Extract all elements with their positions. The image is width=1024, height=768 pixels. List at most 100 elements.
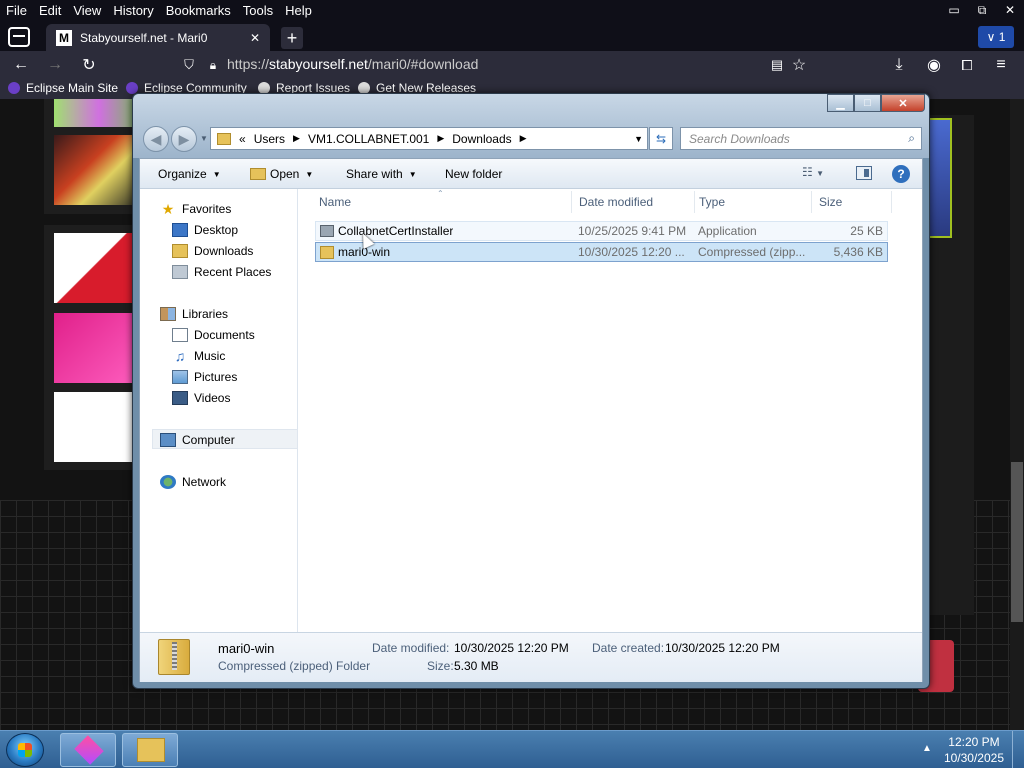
new-tab-button[interactable]: +	[281, 27, 303, 49]
nav-favorites[interactable]: ★ Favorites	[160, 199, 232, 219]
page-thumbnail[interactable]	[54, 392, 144, 462]
search-input[interactable]: Search Downloads ⌕	[680, 127, 922, 150]
nav-computer[interactable]: Computer	[160, 430, 235, 450]
url-bar[interactable]: https://stabyourself.net/mari0/#download	[227, 56, 478, 72]
breadcrumb-arrow-icon[interactable]: ▶	[437, 133, 444, 144]
sort-indicator-icon: ⌃	[437, 189, 444, 198]
menu-edit[interactable]: Edit	[33, 0, 67, 21]
downloads-icon[interactable]: ⤓	[888, 54, 910, 76]
help-icon[interactable]: ?	[892, 165, 910, 183]
reload-icon[interactable]: ↻	[78, 54, 100, 76]
file-date: 10/30/2025 12:20 ...	[578, 245, 685, 259]
menu-history[interactable]: History	[107, 0, 159, 21]
breadcrumb-overflow[interactable]: «	[239, 132, 246, 146]
open-button[interactable]: Open ▼	[250, 167, 313, 181]
nav-label: Videos	[194, 391, 231, 405]
refresh-icon[interactable]: ⇆	[649, 127, 673, 150]
column-divider[interactable]	[694, 191, 695, 213]
column-divider[interactable]	[811, 191, 812, 213]
page-scrollbar[interactable]	[1010, 99, 1024, 730]
file-row[interactable]: mari0-win 10/30/2025 12:20 ... Compresse…	[315, 242, 888, 262]
breadcrumb-downloads[interactable]: Downloads	[452, 132, 511, 146]
explorer-back-icon[interactable]: ◀	[143, 126, 169, 152]
system-clock[interactable]: 12:20 PM 10/30/2025	[944, 734, 1004, 766]
explorer-minimize-button[interactable]: ▁	[827, 94, 854, 112]
column-header-date-modified[interactable]: Date modified	[579, 195, 653, 209]
column-header-name[interactable]: Name	[319, 195, 351, 209]
breadcrumb-users[interactable]: Users	[254, 132, 285, 146]
breadcrumb-user-folder[interactable]: VM1.COLLABNET.001	[308, 132, 429, 146]
back-arrow-icon[interactable]: ←	[10, 54, 32, 76]
nav-videos[interactable]: Videos	[172, 388, 230, 408]
menu-hamburger-icon[interactable]: ≡	[990, 54, 1012, 76]
bookmark-star-icon[interactable]: ☆	[788, 54, 810, 76]
taskbar-firefox-button[interactable]	[60, 733, 116, 767]
page-thumbnail[interactable]	[54, 99, 144, 127]
nav-music[interactable]: ♫ Music	[172, 346, 226, 366]
nav-pictures[interactable]: Pictures	[172, 367, 237, 387]
address-breadcrumb[interactable]: « Users ▶ VM1.COLLABNET.001 ▶ Downloads …	[210, 127, 648, 150]
taskbar: ▲ 12:20 PM 10/30/2025	[0, 730, 1024, 768]
share-with-button[interactable]: Share with ▼	[346, 167, 417, 181]
column-header-size[interactable]: Size	[819, 195, 842, 209]
nav-desktop[interactable]: Desktop	[172, 220, 238, 240]
nav-label: Desktop	[194, 223, 239, 237]
page-scrollbar-thumb[interactable]	[1011, 462, 1023, 622]
taskbar-explorer-button[interactable]	[122, 733, 178, 767]
nav-libraries[interactable]: Libraries	[160, 304, 228, 324]
lock-icon[interactable]: 🔒︎	[202, 54, 224, 76]
column-divider[interactable]	[571, 191, 572, 213]
menu-file[interactable]: File	[0, 0, 33, 21]
bookmark-eclipse-main[interactable]: Eclipse Main Site	[8, 81, 118, 95]
nav-downloads[interactable]: Downloads	[172, 241, 253, 261]
application-icon	[320, 225, 334, 237]
file-explorer-window: ▁ □ ✕ ◀ ▶ ▼ « Users ▶ VM1.COLLABNET.001 …	[132, 93, 930, 689]
preview-pane-icon[interactable]	[856, 166, 872, 180]
nav-recent-places[interactable]: Recent Places	[172, 262, 271, 282]
extensions-icon[interactable]: ⧠	[956, 54, 978, 76]
page-thumbnail[interactable]	[54, 135, 144, 205]
tracking-shield-icon[interactable]: ⛉	[178, 54, 200, 76]
organize-button[interactable]: Organize ▼	[158, 167, 221, 181]
file-type: Compressed (zipp...	[698, 245, 806, 259]
tab-close-icon[interactable]: ✕	[250, 31, 260, 45]
account-icon[interactable]: ◉	[923, 54, 945, 76]
menu-tools[interactable]: Tools	[237, 0, 279, 21]
navigation-bar: ← → ↻ ⛉ 🔒︎ https://stabyourself.net/mari…	[0, 51, 1024, 79]
nav-label: Computer	[182, 433, 235, 447]
explorer-maximize-button[interactable]: □	[854, 94, 881, 112]
downloads-folder-icon	[172, 244, 188, 258]
page-thumbnail[interactable]	[54, 233, 144, 303]
new-folder-button[interactable]: New folder	[445, 167, 502, 181]
column-divider[interactable]	[891, 191, 892, 213]
nav-label: Libraries	[182, 307, 229, 321]
clock-time: 12:20 PM	[948, 735, 1000, 749]
reader-view-icon[interactable]: ▤	[766, 54, 788, 76]
page-thumbnail[interactable]	[54, 313, 144, 383]
show-desktop-button[interactable]	[1012, 731, 1024, 768]
change-view-icon[interactable]: ☷ ▼	[802, 165, 824, 179]
start-button[interactable]	[6, 733, 44, 767]
breadcrumb-arrow-icon[interactable]: ▶	[293, 133, 300, 144]
menu-bookmarks[interactable]: Bookmarks	[160, 0, 237, 21]
show-hidden-icons-icon[interactable]: ▲	[922, 743, 932, 754]
breadcrumb-arrow-icon[interactable]: ▶	[520, 133, 527, 144]
browser-restore-button[interactable]: ⧉	[968, 0, 996, 20]
browser-close-button[interactable]: ✕	[996, 0, 1024, 20]
search-icon[interactable]: ⌕	[908, 131, 915, 146]
nav-network[interactable]: Network	[160, 472, 226, 492]
menu-view[interactable]: View	[67, 0, 107, 21]
column-header-type[interactable]: Type	[699, 195, 725, 209]
explorer-forward-icon[interactable]: ▶	[171, 126, 197, 152]
tab-list-button[interactable]: ∨ 1	[978, 26, 1014, 48]
nav-documents[interactable]: Documents	[172, 325, 255, 345]
menu-help[interactable]: Help	[279, 0, 318, 21]
forward-arrow-icon[interactable]: →	[44, 54, 66, 76]
firefox-view-icon[interactable]	[8, 27, 30, 47]
file-row[interactable]: CollabnetCertInstaller 10/25/2025 9:41 P…	[315, 221, 888, 241]
address-dropdown-icon[interactable]: ▼	[634, 134, 643, 144]
browser-minimize-button[interactable]: ▭	[940, 0, 968, 20]
explorer-close-button[interactable]: ✕	[881, 94, 925, 112]
recent-pages-chevron-down-icon[interactable]: ▼	[200, 134, 208, 143]
tab-stabyourself[interactable]: M Stabyourself.net - Mari0 ✕	[46, 24, 270, 51]
